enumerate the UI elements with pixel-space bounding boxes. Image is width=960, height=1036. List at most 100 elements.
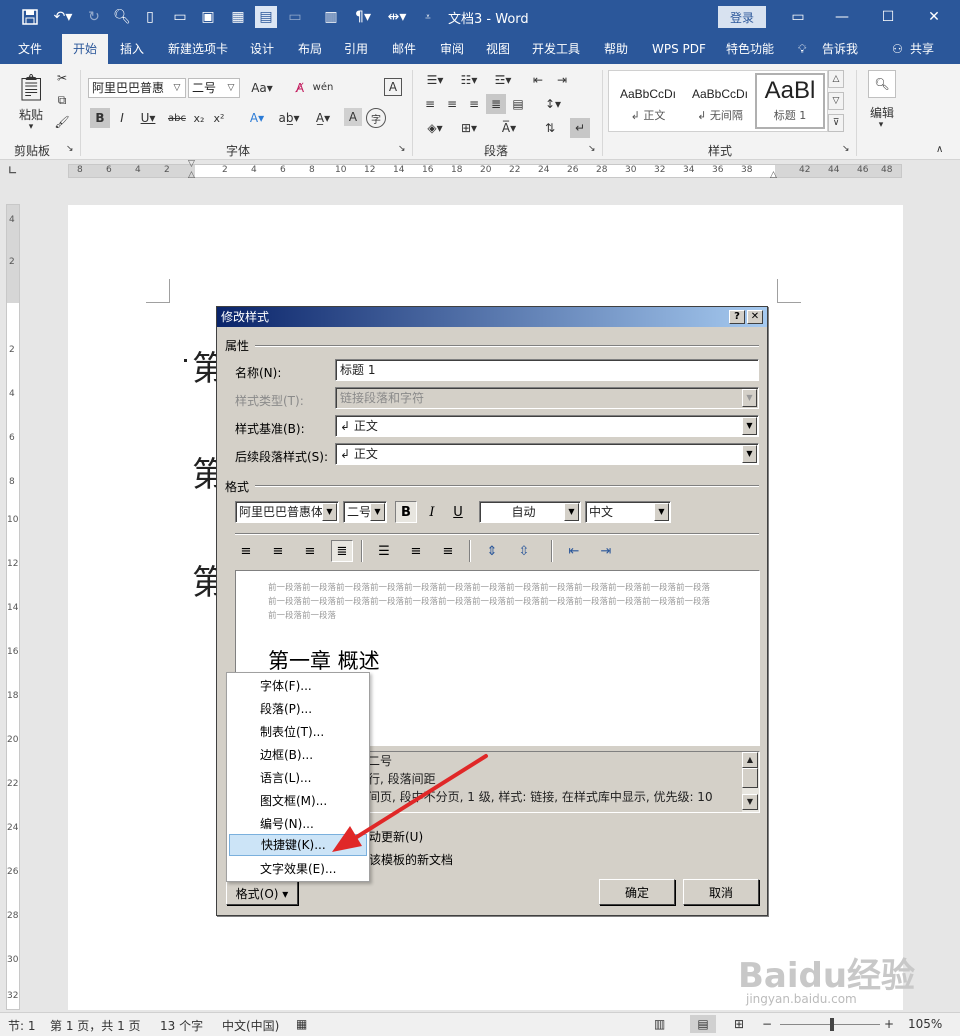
web-view-icon[interactable]: ⊞ [734,1017,744,1031]
font-color-select[interactable]: 自动 ▼ [479,501,581,523]
chinese-layout-icon[interactable]: A̅▾ [494,118,524,138]
open-folder-icon[interactable]: ▭ [170,6,190,28]
language-select[interactable]: 中文 ▼ [585,501,671,523]
font-select[interactable]: 阿里巴巴普惠体 ▼ [235,501,339,523]
style-down-icon[interactable]: ▽ [828,92,844,110]
based-on-select[interactable]: ↲ 正文 ▼ [335,415,759,437]
dlg-align-right-icon[interactable]: ≡ [299,540,321,562]
zoom-in-icon[interactable]: + [884,1017,894,1031]
paragraph-mark-icon[interactable]: ¶▾ [348,6,378,28]
italic-button[interactable]: I [421,501,443,523]
dlg-increase-indent-icon[interactable]: ⇥ [595,540,617,562]
dlg-decrease-indent-icon[interactable]: ⇤ [563,540,585,562]
customize-quick-access-icon[interactable]: ⩡ [418,6,438,28]
space-after-icon[interactable]: ⇳ [513,540,535,562]
zoom-out-icon[interactable]: − [762,1017,772,1031]
line-spacing-icon[interactable]: ↕▾ [538,94,568,114]
redo-icon[interactable]: ↻ [84,6,104,28]
tab-home[interactable]: 开始 [62,34,108,64]
style-heading-1[interactable]: AaBl 标题 1 [755,73,825,129]
section-indicator[interactable]: 节: 1 [8,1017,36,1034]
collapse-ribbon-icon[interactable]: ∧ [936,144,943,155]
tab-wps-pdf[interactable]: WPS PDF [648,34,710,64]
paste-icon[interactable]: 📋︎ [14,70,48,106]
bold-button[interactable]: B [395,501,417,523]
format-menu-button[interactable]: 格式(O) ▾ [226,881,298,905]
sort-icon[interactable]: ⇅ [540,118,560,138]
maximize-icon[interactable]: ☐ [868,4,908,30]
right-indent-marker[interactable]: △ [770,170,777,180]
underline-icon[interactable]: U▾ [134,108,162,128]
hanging-indent-marker[interactable]: △ [188,170,195,180]
scroll-up-icon[interactable]: ▲ [742,752,758,768]
ribbon-display-icon[interactable]: ▭ [778,4,818,30]
tab-help[interactable]: 帮助 [600,34,632,64]
cancel-button[interactable]: 取消 [683,879,759,905]
onehalf-spacing-icon[interactable]: ≡ [405,540,427,562]
find-icon[interactable]: 🔍︎ [868,70,896,98]
columns-icon[interactable]: ▥ [318,6,344,28]
menu-item-tabs[interactable]: 制表位(T)... [229,721,367,743]
spacing-icon[interactable]: ⇹▾ [382,6,412,28]
phonetic-guide-icon[interactable]: wén [312,76,334,98]
cut-icon[interactable]: ✂ [54,70,70,86]
menu-item-text-effects[interactable]: 文字效果(E)... [229,858,367,880]
tab-developer[interactable]: 开发工具 [528,34,584,64]
tab-share[interactable]: 共享 [906,34,938,64]
page-indicator[interactable]: 第 1 页，共 1 页 [50,1017,141,1034]
description-scrollbar[interactable]: ▲ ▼ [742,752,759,812]
tab-mailings[interactable]: 邮件 [388,34,420,64]
zoom-slider-thumb[interactable] [830,1018,834,1031]
menu-item-numbering[interactable]: 编号(N)... [229,813,367,835]
close-icon[interactable]: ✕ [914,4,954,30]
ok-button[interactable]: 确定 [599,879,675,905]
align-center-icon[interactable]: ≡ [442,94,462,114]
paste-dropdown-icon[interactable]: ▾ [24,122,38,132]
tab-design[interactable]: 设计 [246,34,278,64]
font-size-combo[interactable]: 二号 ▽ [188,78,240,98]
font-name-combo[interactable]: 阿里巴巴普惠 ▽ [88,78,186,98]
menu-item-frame[interactable]: 图文框(M)... [229,790,367,812]
login-button[interactable]: 登录 [718,6,766,28]
edit-button[interactable]: 编辑 [860,104,904,121]
template-radio-label[interactable]: 该模板的新文档 [369,851,453,868]
tab-selector-icon[interactable]: ∟ [8,164,17,177]
underline-button[interactable]: U [447,501,469,523]
font-launcher-icon[interactable]: ↘ [398,144,406,154]
space-before-icon[interactable]: ⇕ [481,540,503,562]
first-line-indent-marker[interactable]: ▽ [188,159,195,169]
read-mode-icon[interactable]: ▤ [255,6,277,28]
dlg-align-center-icon[interactable]: ≡ [267,540,289,562]
menu-item-paragraph[interactable]: 段落(P)... [229,698,367,720]
menu-item-border[interactable]: 边框(B)... [229,744,367,766]
clipboard-launcher-icon[interactable]: ↘ [66,144,74,154]
track-icon[interactable]: ▭ [284,6,306,28]
bullets-icon[interactable]: ☰▾ [420,70,450,90]
tab-layout[interactable]: 布局 [294,34,326,64]
shading-icon[interactable]: ◈▾ [420,118,450,138]
minimize-icon[interactable]: — [822,4,862,30]
align-left-icon[interactable]: ≡ [420,94,440,114]
print-layout-icon[interactable]: ▤ [690,1015,716,1033]
align-right-icon[interactable]: ≡ [464,94,484,114]
new-doc-icon[interactable]: ▯ [140,6,160,28]
print-preview-icon[interactable]: 🔍︎ [112,6,132,28]
italic-icon[interactable]: I [112,108,132,128]
bold-icon[interactable]: B [90,108,110,128]
enclose-char-icon[interactable]: 字 [366,108,386,128]
text-effects-icon[interactable]: A▾ [242,108,272,128]
size-select[interactable]: 二号 ▼ [343,501,387,523]
image-icon[interactable]: ▦ [228,6,248,28]
copy-icon[interactable]: ⧉ [54,92,70,108]
scroll-down-icon[interactable]: ▼ [742,794,758,810]
scroll-thumb[interactable] [742,768,758,788]
styles-launcher-icon[interactable]: ↘ [842,144,850,154]
style-normal[interactable]: AaBbCcDı ↲ 正文 [613,73,683,129]
tab-view[interactable]: 视图 [482,34,514,64]
single-spacing-icon[interactable]: ☰ [373,540,395,562]
auto-update-checkbox-label[interactable]: 动更新(U) [369,828,423,845]
next-style-select[interactable]: ↲ 正文 ▼ [335,443,759,465]
format-painter-icon[interactable]: 🖌︎ [54,114,70,130]
change-case-icon[interactable]: Aa▾ [246,78,278,98]
char-shading-icon[interactable]: A [344,108,362,126]
